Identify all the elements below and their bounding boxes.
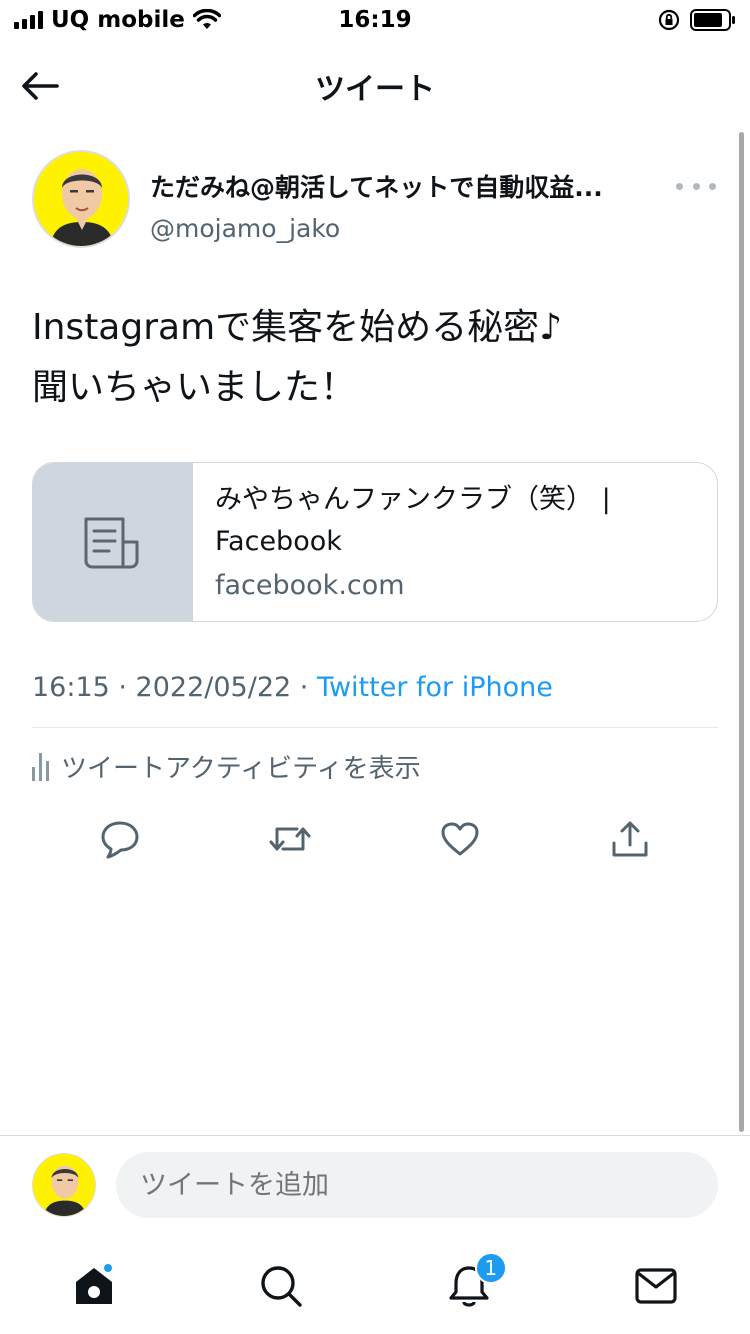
link-card-thumbnail bbox=[33, 463, 193, 621]
tweet-activity-label: ツイートアクティビティを表示 bbox=[61, 754, 421, 784]
tweet-actions bbox=[32, 815, 718, 863]
battery-icon bbox=[690, 9, 735, 31]
share-icon bbox=[612, 821, 648, 857]
divider bbox=[0, 1135, 750, 1136]
retweet-icon bbox=[269, 827, 311, 851]
tweet-meta: 16:15 · 2022/05/22 · Twitter for iPhone bbox=[32, 672, 718, 703]
navigation-header: ツイート bbox=[0, 46, 750, 126]
tweet-datetime: 16:15 · 2022/05/22 · bbox=[32, 672, 317, 703]
reply-icon bbox=[101, 821, 139, 859]
tweet-author: ただみね@朝活してネットで自動収益... @mojamo_jako bbox=[32, 150, 718, 248]
avatar-illustration bbox=[33, 1154, 95, 1216]
more-dot-icon bbox=[709, 182, 716, 190]
notifications-badge: 1 bbox=[474, 1252, 507, 1284]
author-handle[interactable]: @mojamo_jako bbox=[150, 214, 660, 243]
user-avatar[interactable] bbox=[32, 1153, 96, 1217]
document-icon bbox=[84, 517, 139, 569]
more-dot-icon bbox=[676, 182, 683, 190]
link-card-title: みやちゃんファンクラブ（笑） | Facebook bbox=[215, 484, 611, 557]
tab-bar: 1 bbox=[0, 1248, 750, 1324]
like-button[interactable] bbox=[436, 815, 484, 863]
retweet-button[interactable] bbox=[266, 815, 314, 863]
wifi-icon bbox=[192, 9, 221, 29]
search-icon bbox=[261, 1266, 302, 1307]
author-avatar[interactable] bbox=[32, 150, 130, 248]
share-button[interactable] bbox=[606, 815, 654, 863]
tab-home[interactable] bbox=[64, 1256, 124, 1316]
more-options-button[interactable] bbox=[676, 176, 716, 196]
back-button[interactable] bbox=[20, 66, 60, 106]
tweet: ただみね@朝活してネットで自動収益... @mojamo_jako Instag… bbox=[32, 150, 718, 863]
signal-icon bbox=[14, 11, 43, 29]
tweet-source-link[interactable]: Twitter for iPhone bbox=[317, 672, 553, 703]
tab-notifications[interactable]: 1 bbox=[439, 1252, 507, 1316]
tab-search[interactable] bbox=[251, 1256, 311, 1316]
tweet-detail-screen: UQ mobile 16:19 ツイート ただみね@朝活してネットで自動収益..… bbox=[0, 0, 750, 1334]
link-card[interactable]: みやちゃんファンクラブ（笑） | Facebook facebook.com bbox=[32, 462, 718, 622]
divider bbox=[32, 727, 718, 728]
reply-button[interactable] bbox=[96, 815, 144, 863]
tab-messages[interactable] bbox=[626, 1256, 686, 1316]
status-bar: UQ mobile 16:19 bbox=[0, 0, 750, 40]
page-title: ツイート bbox=[315, 72, 435, 107]
more-dot-icon bbox=[692, 182, 700, 190]
orientation-lock-icon bbox=[658, 9, 680, 31]
reply-bar bbox=[32, 1152, 718, 1218]
analytics-icon bbox=[32, 752, 49, 781]
mail-icon bbox=[635, 1268, 677, 1304]
tweet-activity-link[interactable]: ツイートアクティビティを表示 bbox=[32, 748, 718, 785]
scrollbar[interactable] bbox=[739, 132, 744, 1132]
link-card-domain: facebook.com bbox=[215, 570, 405, 601]
home-new-dot bbox=[101, 1262, 114, 1274]
tweet-text: Instagramで集客を始める秘密♪ 聞いちゃいました！ bbox=[32, 307, 563, 408]
reply-input[interactable] bbox=[116, 1152, 718, 1218]
carrier-name: UQ mobile bbox=[51, 7, 185, 33]
arrow-left-icon bbox=[22, 72, 59, 100]
author-display-name[interactable]: ただみね@朝活してネットで自動収益... bbox=[150, 168, 660, 204]
avatar-illustration bbox=[34, 152, 128, 246]
heart-icon bbox=[441, 822, 479, 856]
